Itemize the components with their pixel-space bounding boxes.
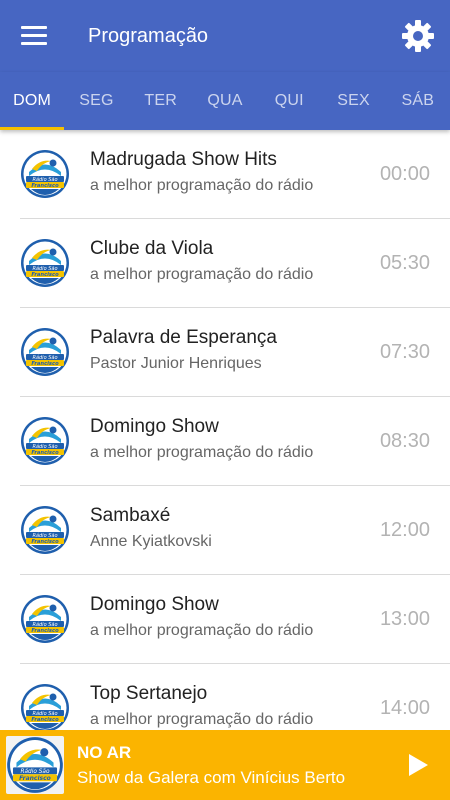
program-name: Top Sertanejo (90, 683, 208, 704)
program-time: 08:30 (379, 430, 430, 452)
program-host: a melhor programação do rádio (90, 177, 314, 194)
list-item[interactable]: Domingo Show a melhor programação do rád… (20, 397, 450, 486)
program-host: a melhor programação do rádio (90, 622, 314, 639)
play-icon[interactable] (402, 750, 432, 780)
radio-logo-icon (20, 238, 70, 288)
list-item[interactable]: Madrugada Show Hits a melhor programação… (20, 130, 450, 219)
program-name: Palavra de Esperança (90, 327, 277, 348)
program-name: Madrugada Show Hits (90, 149, 277, 170)
program-time: 14:00 (379, 697, 430, 719)
program-host: Anne Kyiatkovski (90, 533, 212, 550)
radio-logo-icon (20, 149, 70, 199)
tab-sex[interactable]: SEX (321, 72, 385, 130)
program-time: 13:00 (379, 608, 430, 630)
program-host: a melhor programação do rádio (90, 444, 314, 461)
tab-sab[interactable]: SÁB (386, 72, 450, 130)
page-title: Programação (88, 25, 209, 47)
list-item[interactable]: Sambaxé Anne Kyiatkovski 12:00 (20, 486, 450, 575)
tab-qua[interactable]: QUA (193, 72, 257, 130)
program-time: 05:30 (379, 252, 430, 274)
list-item[interactable]: Palavra de Esperança Pastor Junior Henri… (20, 308, 450, 397)
schedule-list: Madrugada Show Hits a melhor programação… (0, 130, 450, 730)
program-host: Pastor Junior Henriques (90, 355, 262, 372)
tab-seg[interactable]: SEG (64, 72, 128, 130)
now-playing-bar[interactable]: NO AR Show da Galera com Vinícius Berto (0, 730, 450, 800)
program-name: Clube da Viola (90, 238, 214, 259)
day-tabs: DOM SEG TER QUA QUI SEX SÁB (0, 72, 450, 130)
program-time: 00:00 (379, 163, 430, 185)
list-item[interactable]: Clube da Viola a melhor programação do r… (20, 219, 450, 308)
tab-qui[interactable]: QUI (257, 72, 321, 130)
current-show: Show da Galera com Vinícius Berto (77, 768, 346, 787)
radio-logo-icon (6, 736, 64, 794)
list-item[interactable]: Domingo Show a melhor programação do rád… (20, 575, 450, 664)
tab-dom[interactable]: DOM (0, 72, 65, 130)
program-name: Domingo Show (90, 594, 219, 615)
program-time: 12:00 (379, 519, 430, 541)
tab-ter[interactable]: TER (129, 72, 193, 130)
on-air-label: NO AR (77, 743, 132, 762)
program-time: 07:30 (379, 341, 430, 363)
radio-logo-icon (20, 327, 70, 377)
radio-logo-icon (20, 416, 70, 466)
radio-logo-icon (20, 594, 70, 644)
program-host: a melhor programação do rádio (90, 266, 314, 283)
program-name: Sambaxé (90, 505, 171, 526)
hamburger-menu-icon[interactable] (16, 22, 54, 50)
gear-icon[interactable] (398, 16, 438, 56)
radio-logo-icon (20, 683, 70, 730)
radio-logo-icon (20, 505, 70, 555)
list-item[interactable]: Top Sertanejo a melhor programação do rá… (20, 664, 450, 730)
app-bar: Programação (0, 0, 450, 72)
program-name: Domingo Show (90, 416, 219, 437)
program-host: a melhor programação do rádio (90, 711, 314, 728)
